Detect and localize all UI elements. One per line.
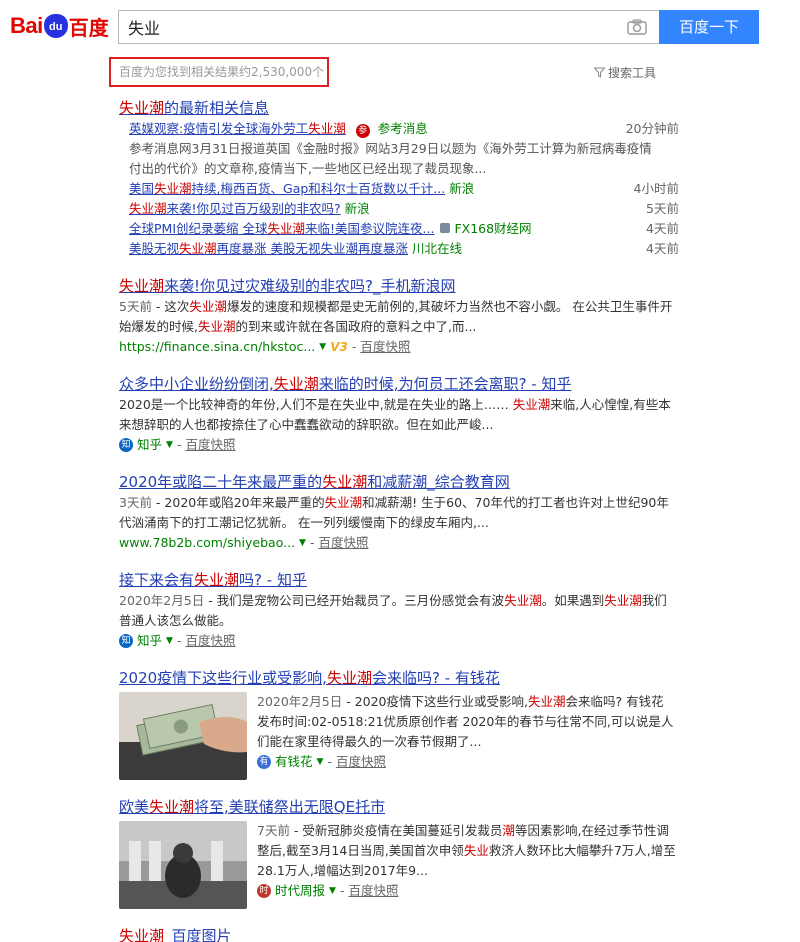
- snapshot-link[interactable]: 百度快照: [360, 337, 410, 357]
- search-result: 欧美失业潮将至,美联储祭出无限QE托市 7天前 - 受新冠肺炎疫情在美国蔓延引发…: [119, 796, 679, 909]
- result-thumbnail[interactable]: [119, 821, 247, 909]
- news-item: 英媒观察:疫情引发全球海外劳工失业潮 参 参考消息 20分钟前: [129, 119, 679, 139]
- news-item: 全球PMI创纪录萎缩 全球失业潮来临!美国参议院连夜... FX168财经网 4天…: [129, 219, 679, 239]
- baidu-logo[interactable]: Bai du 百度: [10, 10, 109, 42]
- news-link[interactable]: 美股无视失业潮再度暴涨 美股无视失业潮再度暴涨: [129, 241, 408, 256]
- result-thumbnail[interactable]: [119, 692, 247, 780]
- result-abstract: 2020是一个比较神奇的年份,人们不是在失业中,就是在失业的路上…… 失业潮来临…: [119, 397, 671, 432]
- result-title[interactable]: 众多中小企业纷纷倒闭,失业潮来临的时候,为何员工还会离职? - 知乎: [119, 373, 679, 395]
- news-item: 美国失业潮持续,梅西百货、Gap和科尔士百货数以千计... 新浪 4小时前: [129, 179, 679, 199]
- snapshot-link[interactable]: 百度快照: [185, 435, 235, 455]
- logo-latin: Bai: [10, 13, 43, 38]
- result-url-line: 时 时代周报 ▼ - 百度快照: [257, 881, 679, 901]
- result-url-line: 知 知乎 ▼ - 百度快照: [119, 435, 679, 455]
- snapshot-link[interactable]: 百度快照: [348, 881, 398, 901]
- dropdown-arrow-icon[interactable]: ▼: [299, 533, 306, 553]
- result-title[interactable]: 失业潮来袭!你见过灾难级别的非农吗?_手机新浪网: [119, 275, 679, 297]
- result-stats: 百度为您找到相关结果约2,530,000个: [109, 57, 329, 87]
- news-link[interactable]: 英媒观察:疫情引发全球海外劳工失业潮: [129, 121, 346, 136]
- result-title[interactable]: 欧美失业潮将至,美联储祭出无限QE托市: [119, 796, 679, 818]
- result-title[interactable]: 2020年或陷二十年来最严重的失业潮和减薪潮_综合教育网: [119, 471, 679, 493]
- news-time: 20分钟前: [625, 121, 679, 136]
- news-item: 失业潮来袭!你见过百万级别的非农吗? 新浪 5天前: [129, 199, 679, 219]
- news-link[interactable]: 失业潮来袭!你见过百万级别的非农吗?: [129, 201, 341, 216]
- search-result: 失业潮来袭!你见过灾难级别的非农吗?_手机新浪网 5天前 - 这次失业潮爆发的速…: [119, 275, 679, 357]
- result-url-line: www.78b2b.com/shiyebao... ▼ - 百度快照: [119, 533, 679, 553]
- news-block: 失业潮的最新相关信息 英媒观察:疫情引发全球海外劳工失业潮 参 参考消息 20分…: [119, 97, 679, 259]
- camera-icon[interactable]: [627, 19, 647, 35]
- result-url[interactable]: 知乎: [137, 631, 162, 651]
- snapshot-link[interactable]: 百度快照: [185, 631, 235, 651]
- snapshot-link[interactable]: 百度快照: [318, 533, 368, 553]
- search-tools-label: 搜索工具: [608, 66, 657, 80]
- search-result: 2020年或陷二十年来最严重的失业潮和减薪潮_综合教育网 3天前 - 2020年…: [119, 471, 679, 553]
- news-abstract: 参考消息网3月31日报道英国《金融时报》网站3月29日以题为《海外劳工计算为新冠…: [129, 141, 652, 176]
- result-url-line: 有 有钱花 ▼ - 百度快照: [257, 752, 679, 772]
- result-url[interactable]: 知乎: [137, 435, 162, 455]
- result-title[interactable]: 失业潮_百度图片: [119, 925, 679, 942]
- result-url[interactable]: 时代周报: [275, 881, 325, 901]
- news-source: 参考消息: [377, 121, 428, 136]
- search-result: 2020疫情下这些行业或受影响,失业潮会来临吗? - 有钱花 2020年2月5日…: [119, 667, 679, 780]
- result-url-line: https://finance.sina.cn/hkstoc... ▼ V3 -…: [119, 337, 679, 357]
- header: Bai du 百度 百度一下: [0, 0, 800, 52]
- news-source: 新浪: [449, 181, 475, 196]
- result-abstract: 5天前 - 这次失业潮爆发的速度和规模都是史无前例的,其破坏力当然也不容小觑。 …: [119, 299, 673, 334]
- news-link[interactable]: 全球PMI创纪录萎缩 全球失业潮来临!美国参议院连夜...: [129, 221, 434, 236]
- search-input[interactable]: [119, 11, 659, 43]
- news-source: 川北在线: [412, 241, 463, 256]
- logo-cn: 百度: [68, 15, 109, 40]
- result-abstract: 3天前 - 2020年或陷20年来最严重的失业潮和减薪潮! 生于60、70年代的…: [119, 495, 669, 530]
- result-abstract: 2020年2月5日 - 2020疫情下这些行业或受影响,失业潮会来临吗? 有钱花…: [257, 694, 674, 749]
- filter-icon: [594, 67, 605, 78]
- result-abstract: 7天前 - 受新冠肺炎疫情在美国蔓延引发裁员潮等因素影响,在经过季节性调整后,截…: [257, 823, 676, 878]
- search-result: 众多中小企业纷纷倒闭,失业潮来临的时候,为何员工还会离职? - 知乎 2020是…: [119, 373, 679, 455]
- news-time: 4天前: [646, 221, 679, 236]
- result-url[interactable]: https://finance.sina.cn/hkstoc...: [119, 337, 315, 357]
- news-item: 美股无视失业潮再度暴涨 美股无视失业潮再度暴涨 川北在线 4天前: [129, 239, 679, 259]
- news-time: 4小时前: [633, 181, 679, 196]
- v3-badge[interactable]: V3: [330, 337, 348, 357]
- news-block-title[interactable]: 失业潮的最新相关信息: [119, 97, 679, 119]
- snapshot-link[interactable]: 百度快照: [336, 752, 386, 772]
- result-title[interactable]: 2020疫情下这些行业或受影响,失业潮会来临吗? - 有钱花: [119, 667, 679, 689]
- result-url-line: 知 知乎 ▼ - 百度快照: [119, 631, 679, 651]
- news-source: FX168财经网: [454, 221, 532, 236]
- shidai-icon: 时: [257, 884, 271, 898]
- news-time: 4天前: [646, 241, 679, 256]
- paw-icon: du: [43, 14, 68, 38]
- zhihu-icon: 知: [119, 634, 133, 648]
- result-abstract: 2020年2月5日 - 我们是宠物公司已经开始裁员了。三月份感觉会有波失业潮。如…: [119, 593, 667, 628]
- news-link[interactable]: 美国失业潮持续,梅西百货、Gap和科尔士百货数以千计...: [129, 181, 445, 196]
- source-logo-icon: 参: [355, 124, 370, 138]
- dropdown-arrow-icon[interactable]: ▼: [166, 631, 173, 651]
- search-button[interactable]: 百度一下: [659, 10, 759, 44]
- search-tools-button[interactable]: 搜索工具: [594, 64, 656, 81]
- result-url[interactable]: www.78b2b.com/shiyebao...: [119, 533, 295, 553]
- dropdown-arrow-icon[interactable]: ▼: [317, 752, 324, 772]
- search-result: 接下来会有失业潮吗? - 知乎 2020年2月5日 - 我们是宠物公司已经开始裁…: [119, 569, 679, 651]
- search-result: 失业潮_百度图片: [119, 925, 679, 942]
- news-list: 英媒观察:疫情引发全球海外劳工失业潮 参 参考消息 20分钟前 参考消息网3月3…: [119, 119, 679, 259]
- result-url[interactable]: 有钱花: [275, 752, 313, 772]
- results-list: 失业潮的最新相关信息 英媒观察:疫情引发全球海外劳工失业潮 参 参考消息 20分…: [119, 97, 679, 942]
- youqianhua-icon: 有: [257, 755, 271, 769]
- dropdown-arrow-icon[interactable]: ▼: [319, 337, 326, 357]
- zhihu-icon: 知: [119, 438, 133, 452]
- news-source: 新浪: [344, 201, 370, 216]
- dropdown-arrow-icon[interactable]: ▼: [329, 881, 336, 901]
- news-time: 5天前: [646, 201, 679, 216]
- result-title[interactable]: 接下来会有失业潮吗? - 知乎: [119, 569, 679, 591]
- source-logo-icon: [440, 223, 451, 233]
- dropdown-arrow-icon[interactable]: ▼: [166, 435, 173, 455]
- search-box: [118, 10, 659, 44]
